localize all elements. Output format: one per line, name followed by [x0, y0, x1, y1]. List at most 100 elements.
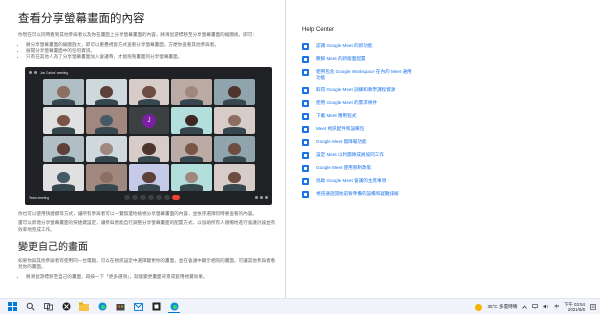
article-icon: [302, 69, 309, 76]
raise-hand-button[interactable]: [148, 195, 155, 201]
help-center-link-label: 下載 Meet 應用程式: [316, 113, 357, 118]
article-icon: [302, 152, 309, 159]
meet-bottom-bar: Team meeting: [29, 194, 268, 202]
bullet-item: 只有在其他人為了分享螢幕畫面加入會議時，才能拖曳畫面的分享螢幕畫面。: [26, 54, 277, 60]
change-view-bullets: 將滑鼠游標移至自己的畫面，再按一下「更多選項」，就能變更畫面背景或套用視覺效果。: [26, 274, 277, 280]
participant-tile: [171, 135, 213, 163]
participant-tile: [85, 135, 127, 163]
edge-browser-icon[interactable]: [96, 301, 108, 313]
help-center-link[interactable]: 協助 Google Meet 會議的主席事項: [302, 178, 600, 185]
chevron-up-icon[interactable]: [522, 304, 528, 310]
participant-face: [185, 143, 199, 155]
camera-button[interactable]: [132, 195, 139, 201]
section-heading-view-shared-screen: 查看分享螢幕畫面的內容: [18, 13, 145, 25]
feature-bullets: 將分享螢幕畫面的縮圖放大，即可以重疊視窗方式查看分享螢幕畫面，方便你查看其他參與…: [26, 42, 277, 61]
participant-shoulders: [223, 155, 246, 163]
participant-tile: [43, 135, 84, 163]
input-language[interactable]: 中: [554, 304, 559, 310]
article-icon: [302, 87, 309, 94]
help-center-link[interactable]: 使用 Google Meet 的需求條件: [302, 100, 600, 107]
bullet-item: 將滑鼠游標移至自己的畫面，再按一下「更多選項」，就能變更畫面背景或套用視覺效果。: [26, 274, 277, 280]
start-windows-icon[interactable]: [6, 301, 18, 313]
article-icon: [302, 165, 309, 172]
intro-paragraph: 你現在可以同時看到其他參與者以及你在畫面上分享螢幕畫面的內容，將滑鼠游標移至分享…: [18, 32, 257, 37]
help-center-list: 認識 Google Meet 的新功能瞭解 Meet 的新版面配置使用包含 Go…: [302, 43, 600, 198]
edge-browser-active-icon[interactable]: [168, 300, 180, 313]
help-center-link-label: 協助 Google Meet 會議的主席事項: [316, 178, 387, 183]
help-center-sidebar: Help Center 認識 Google Meet 的新功能 瞭解 Meet 的…: [286, 0, 600, 298]
participant-face: [142, 171, 156, 184]
mail-icon[interactable]: [132, 301, 144, 313]
participant-tile: [171, 107, 213, 134]
participant-face: [99, 171, 113, 184]
article-icon: [302, 43, 309, 50]
participant-face: [185, 171, 199, 184]
paragraph-after-image: 你也可以使用快捷鍵等方式，讓所有參與者可以一覽無遺地檢視分享螢幕畫面的內容，並依…: [18, 210, 257, 216]
call-controls: [124, 195, 181, 201]
meet-side-icons: [255, 196, 268, 200]
meet-window-title: Jon Carlos' meeting: [40, 70, 69, 75]
participant-face: [56, 171, 70, 184]
volume-icon[interactable]: [543, 304, 549, 310]
participant-shoulders: [137, 184, 161, 191]
clock-date: 2021/6/8: [567, 307, 585, 312]
help-center-link[interactable]: Meet 視訊配件和設備包: [302, 126, 600, 133]
participant-face: [185, 86, 199, 98]
clock[interactable]: 下午 03:54 2021/6/8: [564, 302, 585, 313]
participant-shoulders: [51, 127, 75, 134]
xbox-icon[interactable]: [60, 301, 72, 313]
article-icon: [302, 126, 309, 133]
store-icon[interactable]: [114, 301, 126, 313]
captions-button[interactable]: [140, 195, 147, 201]
participant-shoulders: [51, 155, 75, 163]
network-icon[interactable]: [532, 304, 539, 310]
help-center-link-label: 取得 Google Meet 訓練和教學課程資源: [316, 87, 396, 92]
help-center-link-label: Google Meet 無障礙功能: [316, 139, 367, 144]
participant-shoulders: [94, 155, 118, 163]
leave-call-button[interactable]: [172, 195, 181, 201]
task-view-icon[interactable]: [42, 301, 54, 313]
participant-tile: [214, 78, 255, 106]
help-center-link-label: Google Meet 使用限制政策: [316, 165, 372, 170]
search-icon[interactable]: [24, 301, 36, 313]
participant-tile: [128, 164, 170, 191]
mic-button[interactable]: [124, 195, 131, 201]
help-center-link[interactable]: 認識 Google Meet 的新功能: [302, 43, 600, 50]
participant-tile: [214, 135, 255, 163]
help-center-link-label: Meet 視訊配件和設備包: [316, 126, 365, 131]
help-center-link-label: 視訊通話開始前要準備的設備和疑難排解: [316, 191, 399, 196]
article-icon: [302, 139, 309, 146]
participant-grid: J: [43, 78, 255, 191]
help-center-link[interactable]: 視訊通話開始前要準備的設備和疑難排解: [302, 191, 600, 198]
participant-tile: [214, 164, 255, 191]
help-center-link[interactable]: Google Meet 使用限制政策: [302, 165, 600, 172]
help-center-link[interactable]: Google Meet 無障礙功能: [302, 139, 600, 146]
participant-shoulders: [94, 184, 118, 191]
help-center-link[interactable]: 取得 Google Meet 訓練和教學課程資源: [302, 87, 600, 94]
help-center-link-label: 使用 Google Meet 的需求條件: [316, 100, 378, 105]
meet-top-bar: Jon Carlos' meeting: [29, 70, 268, 76]
help-center-link[interactable]: 設定 Meet 以利團隊成員協同工作: [302, 152, 600, 159]
notification-icon[interactable]: [590, 303, 596, 311]
participant-face: [228, 114, 242, 127]
browser-page: 查看分享螢幕畫面的內容 你現在可以同時看到其他參與者以及你在畫面上分享螢幕畫面的…: [0, 0, 600, 298]
help-center-link[interactable]: 瞭解 Meet 的新版面配置: [302, 56, 600, 63]
present-button[interactable]: [156, 195, 163, 201]
meeting-name: Team meeting: [29, 195, 50, 200]
participant-shoulders: [223, 98, 246, 106]
participant-shoulders: [137, 98, 161, 106]
help-center-link[interactable]: 使用包含 Google Workspace 在內的 Meet 通用功能: [302, 69, 600, 81]
file-explorer-icon[interactable]: [78, 301, 90, 313]
participant-tile: [214, 107, 255, 134]
weather-text[interactable]: 35°C 多雲時晴: [487, 304, 517, 310]
participant-shoulders: [180, 184, 204, 191]
help-center-link-label: 瞭解 Meet 的新版面配置: [316, 56, 366, 61]
article-content: 查看分享螢幕畫面的內容 你現在可以同時看到其他參與者以及你在畫面上分享螢幕畫面的…: [0, 0, 285, 298]
participant-tile: [85, 164, 127, 191]
app-icon[interactable]: [150, 301, 162, 313]
participant-face: [185, 114, 199, 127]
help-center-link[interactable]: 下載 Meet 應用程式: [302, 113, 600, 120]
participant-face: [56, 114, 70, 127]
participant-face: [99, 86, 113, 98]
more-options-button[interactable]: [164, 195, 171, 201]
